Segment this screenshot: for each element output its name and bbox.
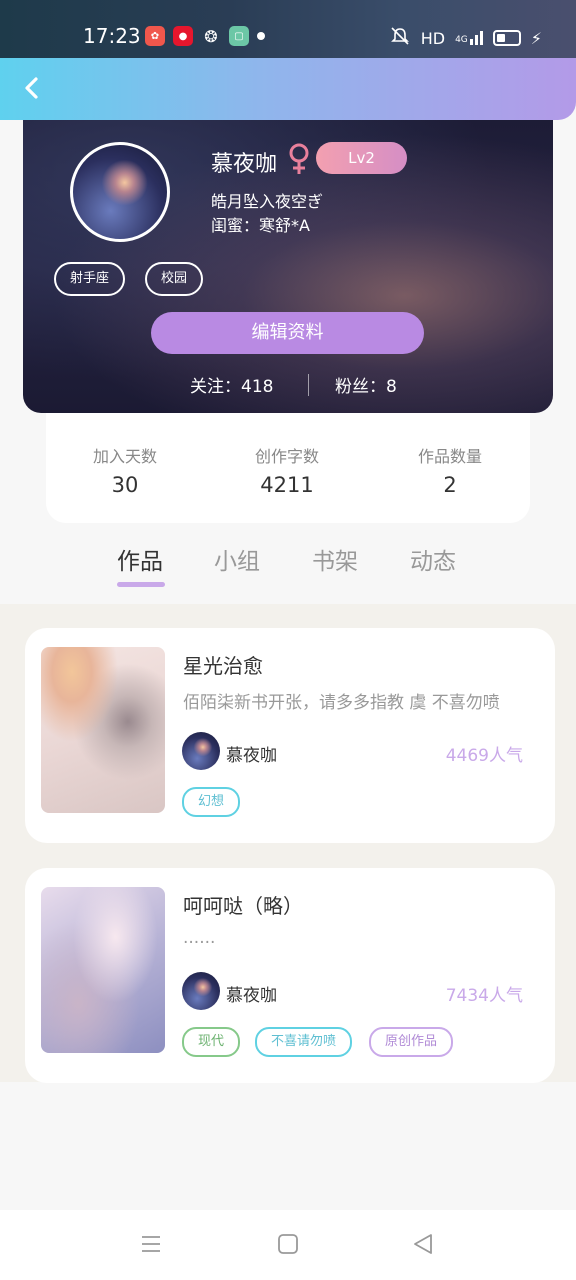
signal-icon: 4G bbox=[455, 31, 483, 45]
back-button[interactable] bbox=[14, 70, 50, 106]
level-badge: Lv2 bbox=[316, 142, 407, 174]
stat-label: 作品数量 bbox=[417, 447, 482, 466]
followers-count[interactable]: 粉丝：8 bbox=[335, 372, 397, 397]
stat-value: 30 bbox=[111, 473, 139, 497]
stat-label: 创作字数 bbox=[254, 447, 319, 466]
chevron-left-icon bbox=[25, 77, 38, 99]
work-tag[interactable]: 原创作品 bbox=[369, 1027, 454, 1057]
weibo-icon: ● bbox=[173, 26, 193, 46]
following-count[interactable]: 关注：418 bbox=[190, 372, 273, 397]
work-card[interactable]: 星光治愈 佰陌柒新书开张，请多多指教 虞 不喜勿喷 慕夜咖 4469人气 幻想 bbox=[25, 628, 555, 843]
user-bestie: 闺蜜：寒舒*A bbox=[211, 216, 310, 235]
work-title: 呵呵哒（略） bbox=[183, 894, 303, 918]
battery-icon bbox=[492, 30, 521, 46]
tab-bookshelf[interactable]: 书架 bbox=[312, 542, 358, 576]
wechat-icon: ❂ bbox=[204, 26, 218, 46]
author-avatar bbox=[182, 732, 220, 770]
notification-icons: ✿ ● ❂ ▢ bbox=[145, 26, 265, 46]
author-name: 慕夜咖 bbox=[226, 986, 277, 1006]
tab-activity[interactable]: 动态 bbox=[410, 542, 456, 576]
stat-value: 2 bbox=[443, 473, 457, 497]
mute-icon bbox=[389, 26, 411, 50]
top-nav-bar bbox=[0, 58, 576, 120]
works-list: 星光治愈 佰陌柒新书开张，请多多指教 虞 不喜勿喷 慕夜咖 4469人气 幻想 … bbox=[0, 604, 576, 1083]
work-tag[interactable]: 现代 bbox=[182, 1027, 241, 1057]
home-button[interactable] bbox=[276, 1232, 302, 1258]
home-square-icon bbox=[278, 1234, 298, 1254]
app-icon: ▢ bbox=[229, 26, 249, 46]
user-bio: 皓月坠入夜空ぎ bbox=[211, 192, 324, 211]
work-cover-image bbox=[41, 887, 165, 1053]
tab-works[interactable]: 作品 bbox=[117, 542, 163, 576]
work-cover-image bbox=[41, 647, 165, 813]
status-time: 17:23 bbox=[83, 24, 141, 48]
divider bbox=[308, 374, 309, 396]
charging-icon: ⚡ bbox=[530, 28, 542, 48]
stat-value: 4211 bbox=[260, 473, 314, 497]
back-nav-button[interactable] bbox=[411, 1232, 437, 1258]
username: 慕夜咖 bbox=[211, 152, 278, 177]
profile-tag[interactable]: 校园 bbox=[145, 262, 204, 296]
work-description: 佰陌柒新书开张，请多多指教 虞 不喜勿喷 bbox=[183, 693, 500, 713]
menu-button[interactable] bbox=[139, 1232, 165, 1258]
stats-card: 加入天数 30 创作字数 4211 作品数量 2 bbox=[46, 413, 530, 523]
back-triangle-icon bbox=[414, 1234, 432, 1254]
edit-profile-button[interactable]: 编辑资料 bbox=[151, 312, 424, 354]
profile-tag[interactable]: 射手座 bbox=[54, 262, 126, 296]
stat-join-days: 加入天数 30 bbox=[60, 443, 190, 497]
tab-groups[interactable]: 小组 bbox=[214, 542, 260, 576]
stat-works-count: 作品数量 2 bbox=[385, 443, 515, 497]
active-tab-indicator bbox=[117, 582, 165, 587]
stat-label: 加入天数 bbox=[92, 447, 157, 466]
network-type: HD bbox=[420, 28, 446, 48]
system-nav-bar bbox=[0, 1210, 576, 1280]
xiaohongshu-icon: ✿ bbox=[145, 26, 165, 46]
profile-header-card: 慕夜咖 Lv2 皓月坠入夜空ぎ 闺蜜：寒舒*A 射手座 校园 编辑资料 关注：4… bbox=[23, 120, 553, 413]
work-tag[interactable]: 不喜请勿喷 bbox=[255, 1027, 353, 1057]
author-avatar bbox=[182, 972, 220, 1010]
dot-icon bbox=[257, 32, 265, 40]
status-right: HD 4G ⚡ bbox=[389, 26, 542, 50]
stat-word-count: 创作字数 4211 bbox=[222, 443, 352, 497]
work-title: 星光治愈 bbox=[183, 654, 263, 678]
work-description: ...... bbox=[183, 928, 216, 948]
signal-label: 4G bbox=[455, 35, 468, 45]
author-name: 慕夜咖 bbox=[226, 746, 277, 766]
female-icon bbox=[286, 142, 312, 176]
menu-icon bbox=[142, 1236, 160, 1252]
user-avatar[interactable] bbox=[70, 142, 170, 242]
popularity-count: 7434人气 bbox=[445, 986, 523, 1006]
popularity-count: 4469人气 bbox=[445, 746, 523, 766]
work-card[interactable]: 呵呵哒（略） ...... 慕夜咖 7434人气 现代 不喜请勿喷 原创作品 bbox=[25, 868, 555, 1083]
work-tag[interactable]: 幻想 bbox=[182, 787, 241, 817]
profile-tabs: 作品 小组 书架 动态 bbox=[0, 530, 576, 604]
